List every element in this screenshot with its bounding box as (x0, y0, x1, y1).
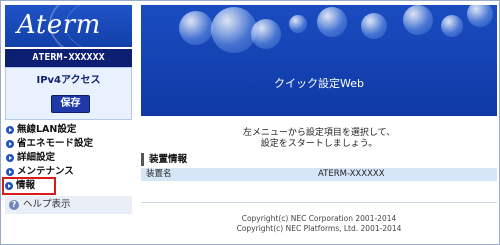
instruction-line: 左メニューから設定項目を選択して、 (242, 128, 396, 138)
header-banner: クイック設定Web (141, 5, 497, 116)
decorative-bubble (179, 11, 213, 45)
sidebar-menu: 無線LAN設定 省エネモード設定 詳細設定 メンテナンス 情報 (2, 123, 132, 195)
decorative-bubble (467, 5, 493, 27)
decorative-bubble (211, 7, 257, 53)
sidebar: Aterm ATERM-XXXXXX IPv4アクセス 保存 無線LAN設定 省… (1, 1, 132, 244)
decorative-bubble (441, 15, 463, 37)
info-row: 装置名 ATERM-XXXXXX (141, 168, 497, 181)
info-value: ATERM-XXXXXX (318, 169, 385, 179)
logo-text: Aterm (17, 10, 101, 40)
instruction-line: 設定をスタートしましょう。 (260, 139, 378, 149)
arrow-bullet-icon (5, 182, 13, 190)
instruction-text: 左メニューから設定項目を選択して、 設定をスタートしましょう。 (141, 128, 497, 150)
app-window: Aterm ATERM-XXXXXX IPv4アクセス 保存 無線LAN設定 省… (0, 0, 500, 245)
decorative-bubble (289, 15, 307, 33)
divider (141, 202, 497, 203)
arrow-bullet-icon (6, 126, 14, 134)
model-name: ATERM-XXXXXX (5, 49, 132, 67)
mode-label: IPv4アクセス (36, 75, 101, 86)
help-link[interactable]: ? ヘルプ表示 (5, 196, 132, 214)
section-title: 装置情報 (141, 153, 497, 166)
menu-item-label: 情報 (16, 180, 36, 191)
menu-item-maintenance[interactable]: メンテナンス (5, 165, 132, 179)
menu-item-eco-mode[interactable]: 省エネモード設定 (5, 137, 132, 151)
arrow-bullet-icon (6, 168, 14, 176)
mode-box: IPv4アクセス 保存 (5, 67, 132, 120)
banner-title: クイック設定Web (274, 77, 364, 90)
menu-item-label: 無線LAN設定 (17, 124, 77, 135)
copyright-line: Copyright(c) NEC Platforms, Ltd. 2001-20… (236, 224, 402, 233)
menu-item-label: 詳細設定 (17, 152, 56, 163)
menu-item-label: 省エネモード設定 (17, 138, 94, 149)
help-label: ヘルプ表示 (23, 199, 71, 210)
save-button[interactable]: 保存 (51, 95, 90, 113)
decorative-bubble (317, 7, 347, 37)
decorative-bubble (251, 19, 281, 49)
help-icon: ? (9, 200, 19, 210)
arrow-bullet-icon (6, 154, 14, 162)
menu-item-advanced[interactable]: 詳細設定 (5, 151, 132, 165)
aterm-logo: Aterm (5, 5, 132, 47)
copyright-line: Copyright(c) NEC Corporation 2001-2014 (241, 214, 397, 223)
menu-item-wireless-lan[interactable]: 無線LAN設定 (5, 123, 132, 137)
menu-item-info[interactable]: 情報 (2, 177, 56, 195)
decorative-bubble (403, 5, 433, 35)
menu-item-label: メンテナンス (17, 166, 74, 177)
arrow-bullet-icon (6, 140, 14, 148)
decorative-bubble (361, 13, 387, 39)
info-key: 装置名 (146, 169, 172, 179)
copyright: Copyright(c) NEC Corporation 2001-2014 C… (141, 214, 497, 234)
